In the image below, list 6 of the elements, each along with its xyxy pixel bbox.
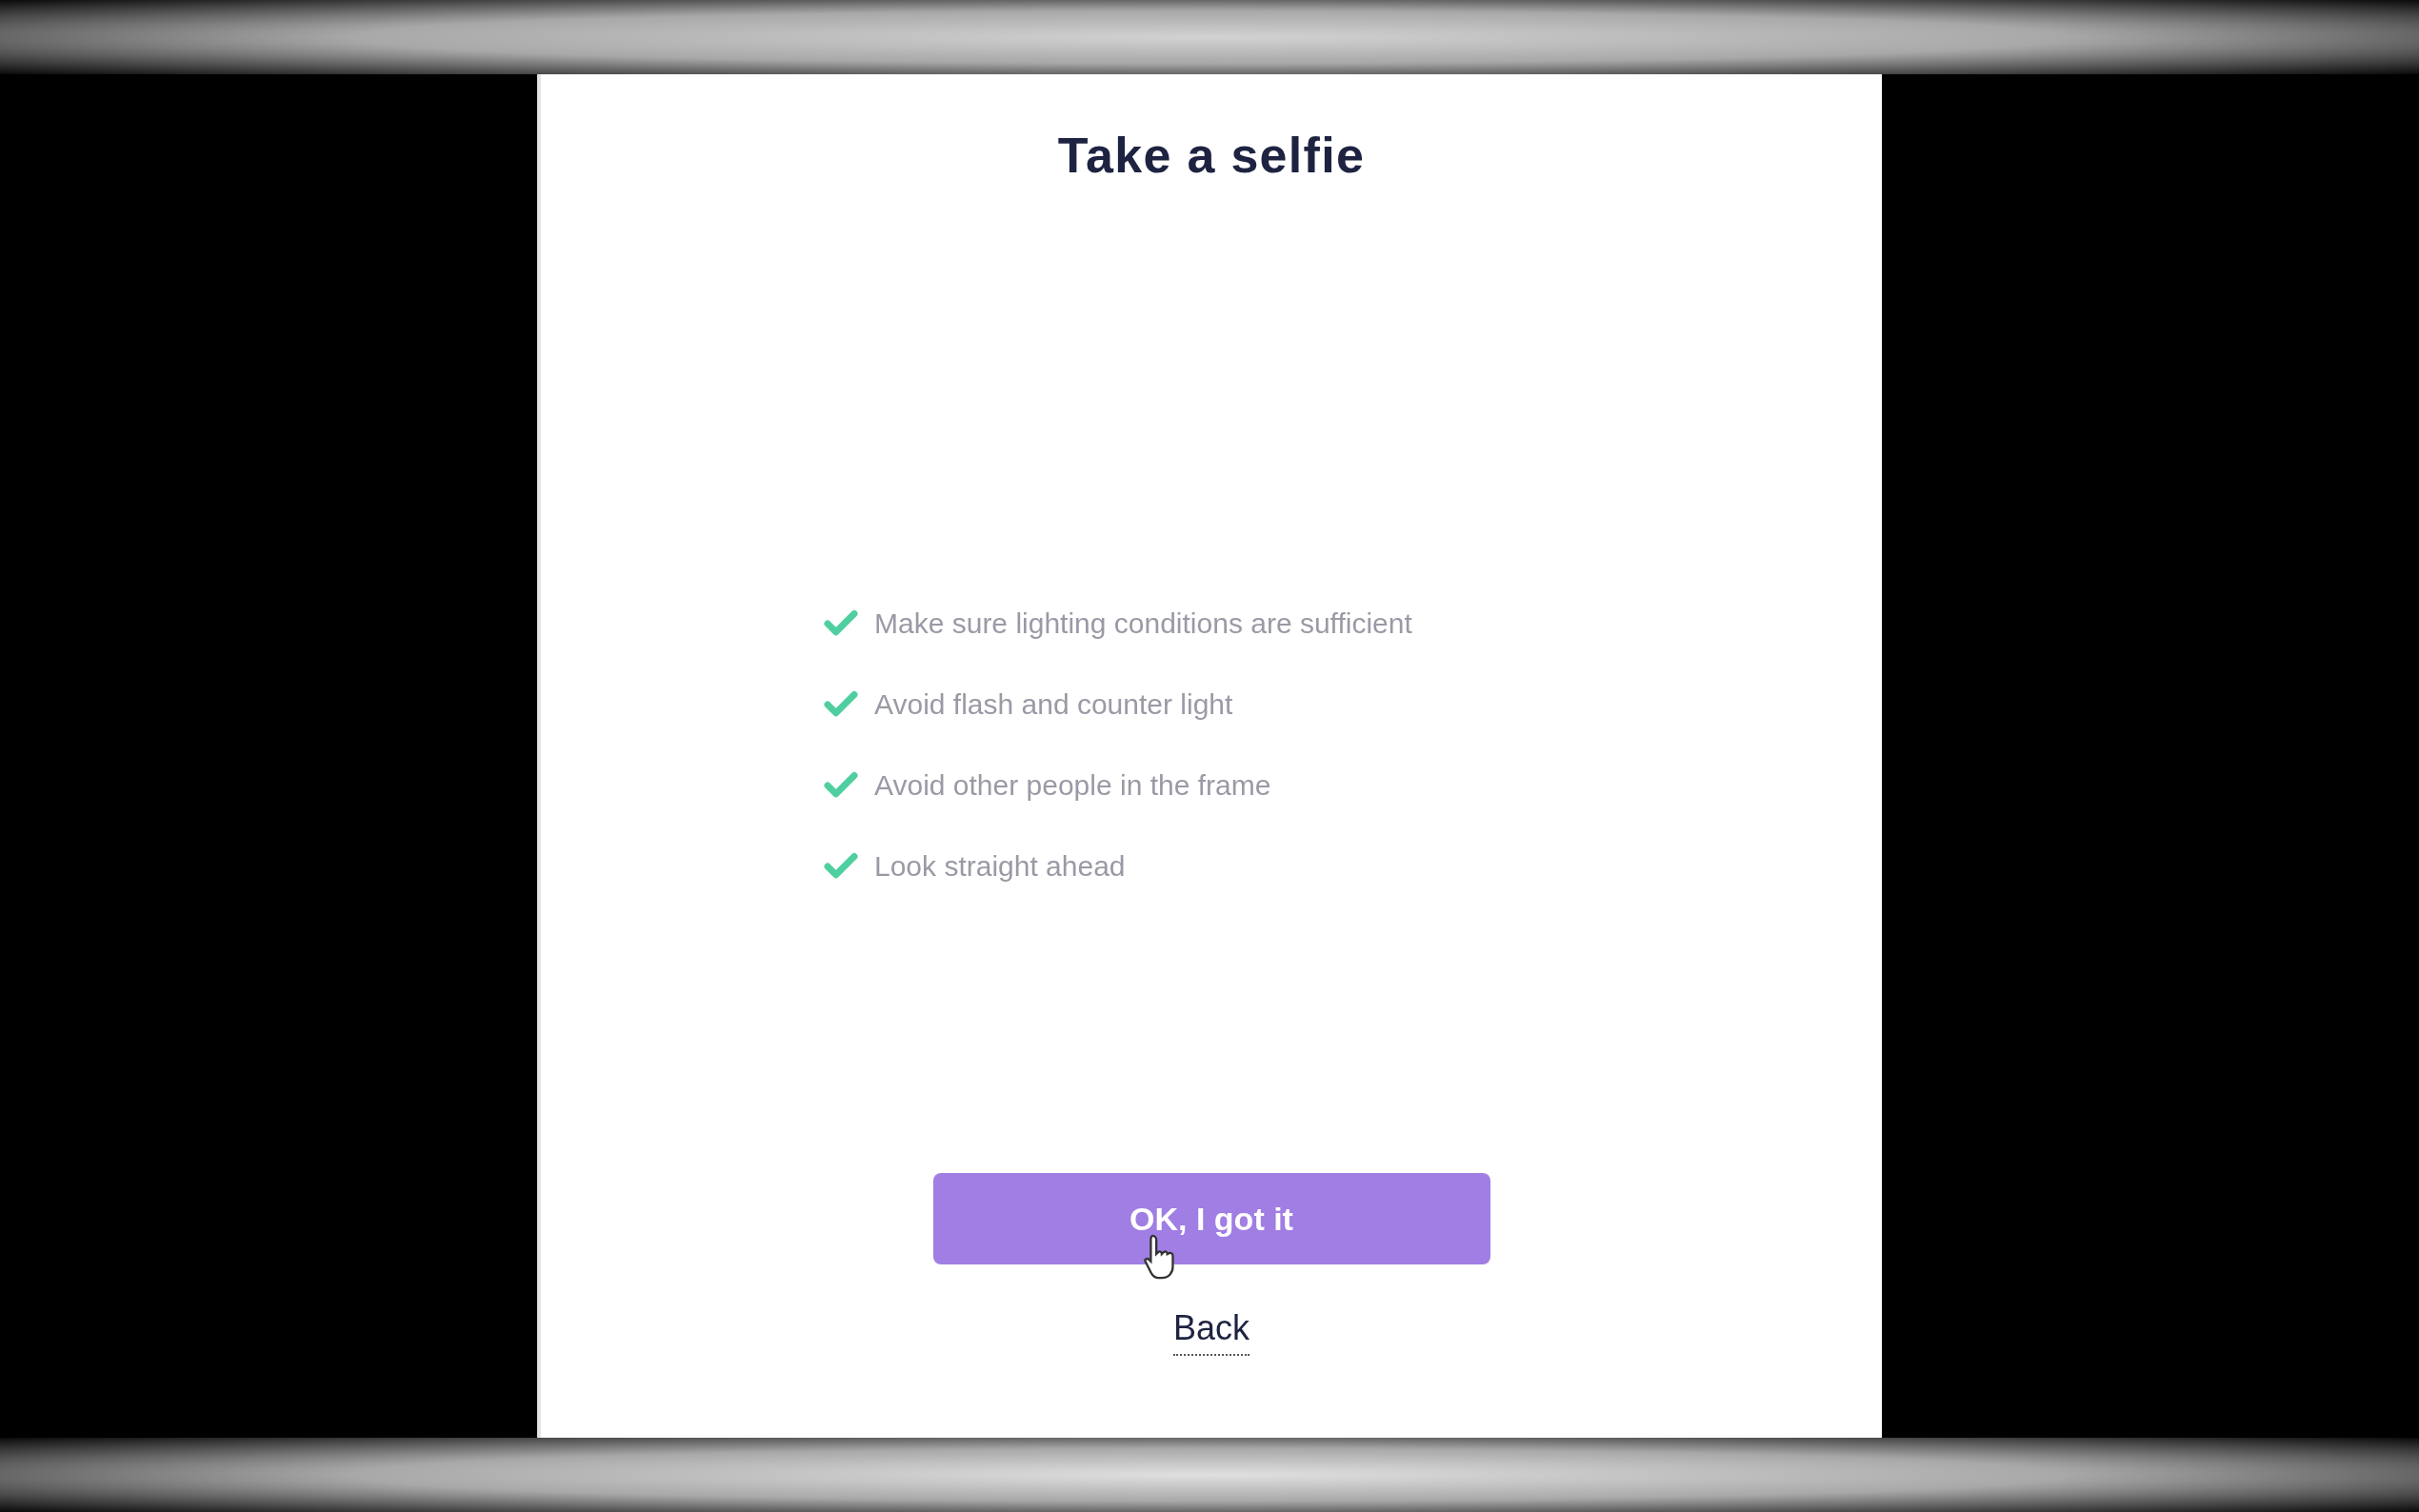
tip-text: Look straight ahead xyxy=(874,849,1126,884)
tip-text: Make sure lighting conditions are sufficient xyxy=(874,607,1412,641)
back-link[interactable]: Back xyxy=(1172,1303,1249,1356)
dialog-title: Take a selfie xyxy=(1057,127,1366,185)
tip-text: Avoid other people in the frame xyxy=(874,768,1271,803)
tip-text: Avoid flash and counter light xyxy=(874,687,1233,722)
